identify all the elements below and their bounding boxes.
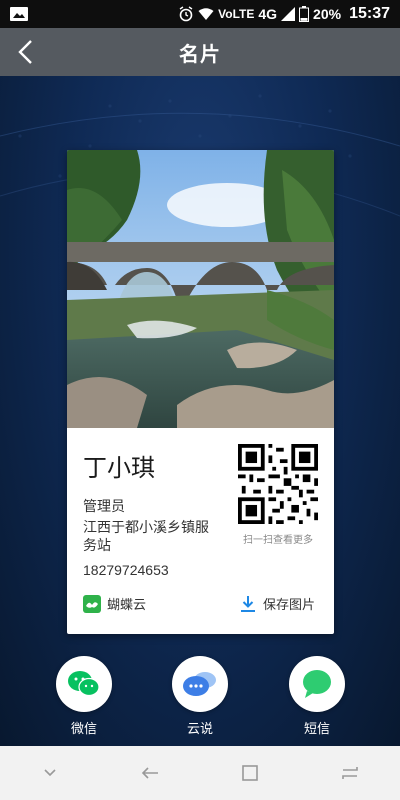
card-role: 管理员: [83, 498, 125, 514]
card-org: 江西于都小溪乡镇服务站: [83, 519, 209, 553]
back-button[interactable]: [12, 38, 40, 66]
volte-indicator: VoLTE: [218, 7, 255, 21]
download-icon: [241, 595, 255, 612]
square-icon: [242, 765, 258, 781]
wechat-icon: [68, 671, 100, 697]
share-sms-button[interactable]: 短信: [288, 656, 346, 737]
battery-percent: 20%: [313, 6, 342, 22]
back-arrow-icon: [141, 767, 158, 779]
sms-icon: [303, 670, 331, 698]
nav-back-button[interactable]: [130, 753, 170, 793]
save-image-label: 保存图片: [263, 597, 316, 612]
share-row: 微信 云说 短信: [0, 656, 400, 746]
network-type: 4G: [258, 6, 278, 22]
share-yunshuo-label: 云说: [186, 721, 213, 736]
page-title: 名片: [179, 43, 221, 66]
wifi-icon: [198, 8, 214, 20]
status-right: VoLTE 4G 20% 15:37: [178, 5, 390, 23]
card-phone: 18279724653: [83, 562, 169, 578]
alarm-icon: [179, 6, 193, 22]
share-wechat-circle: [56, 656, 112, 712]
system-nav-bar: [0, 746, 400, 800]
clock: 15:37: [349, 5, 390, 22]
butterfly-cloud-logo-icon: [83, 594, 101, 613]
status-bar: VoLTE 4G 20% 15:37: [0, 0, 400, 28]
share-yunshuo-button[interactable]: 云说: [171, 656, 229, 737]
yunshuo-icon: [183, 672, 216, 696]
status-left: [10, 7, 28, 21]
qr-caption: 扫一扫查看更多: [243, 535, 313, 546]
chevron-down-icon: [44, 769, 56, 777]
chevron-left-icon: [18, 40, 32, 64]
nav-hide-button[interactable]: [30, 753, 70, 793]
share-sms-circle: [289, 656, 345, 712]
card-name: 丁小琪: [83, 455, 155, 482]
app-header: 名片: [0, 28, 400, 76]
share-wechat-button[interactable]: 微信: [55, 656, 113, 737]
signal-icon: [281, 7, 296, 21]
business-card: 丁小琪 扫一扫查看更多 蝴蝶云 保存图片 管理员 江西于都小溪乡镇服务站 182…: [67, 150, 334, 634]
image-notification-icon: [10, 7, 28, 21]
brand: 蝴蝶云: [83, 594, 146, 613]
share-wechat-label: 微信: [70, 721, 97, 736]
card-photo: [67, 150, 334, 428]
save-image-button[interactable]: 保存图片: [239, 594, 315, 613]
battery-icon: [299, 6, 310, 22]
brand-label: 蝴蝶云: [107, 597, 147, 612]
qr-code[interactable]: [238, 444, 318, 524]
nav-recents-button[interactable]: [330, 753, 370, 793]
recents-icon: [342, 767, 358, 779]
share-sms-label: 短信: [303, 721, 330, 736]
share-yunshuo-circle: [172, 656, 228, 712]
nav-home-button[interactable]: [230, 753, 270, 793]
